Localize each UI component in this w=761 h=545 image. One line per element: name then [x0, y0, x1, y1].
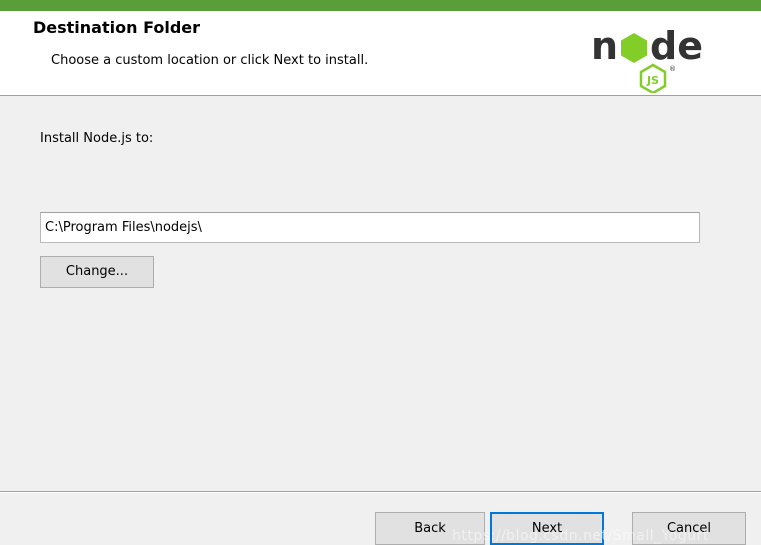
logo-js-label: JS	[646, 74, 659, 87]
change-button[interactable]: Change...	[40, 256, 154, 288]
install-location-label: Install Node.js to:	[40, 131, 154, 146]
install-path-field[interactable]	[40, 212, 700, 243]
wizard-header: Destination Folder Choose a custom locat…	[0, 11, 761, 96]
logo-hexagon	[621, 33, 647, 63]
page-title: Destination Folder	[33, 18, 201, 37]
accent-bar	[0, 0, 761, 11]
footer-divider	[0, 491, 761, 493]
logo-letter-n: n	[591, 24, 618, 68]
logo-registered-mark: ®	[669, 65, 676, 73]
logo-letters-de: de	[650, 24, 703, 68]
page-subtitle: Choose a custom location or click Next t…	[51, 53, 369, 68]
nodejs-logo: n de JS ®	[591, 24, 703, 93]
watermark-text: https://blog.csdn.net/Small_Yogurt	[452, 528, 709, 544]
